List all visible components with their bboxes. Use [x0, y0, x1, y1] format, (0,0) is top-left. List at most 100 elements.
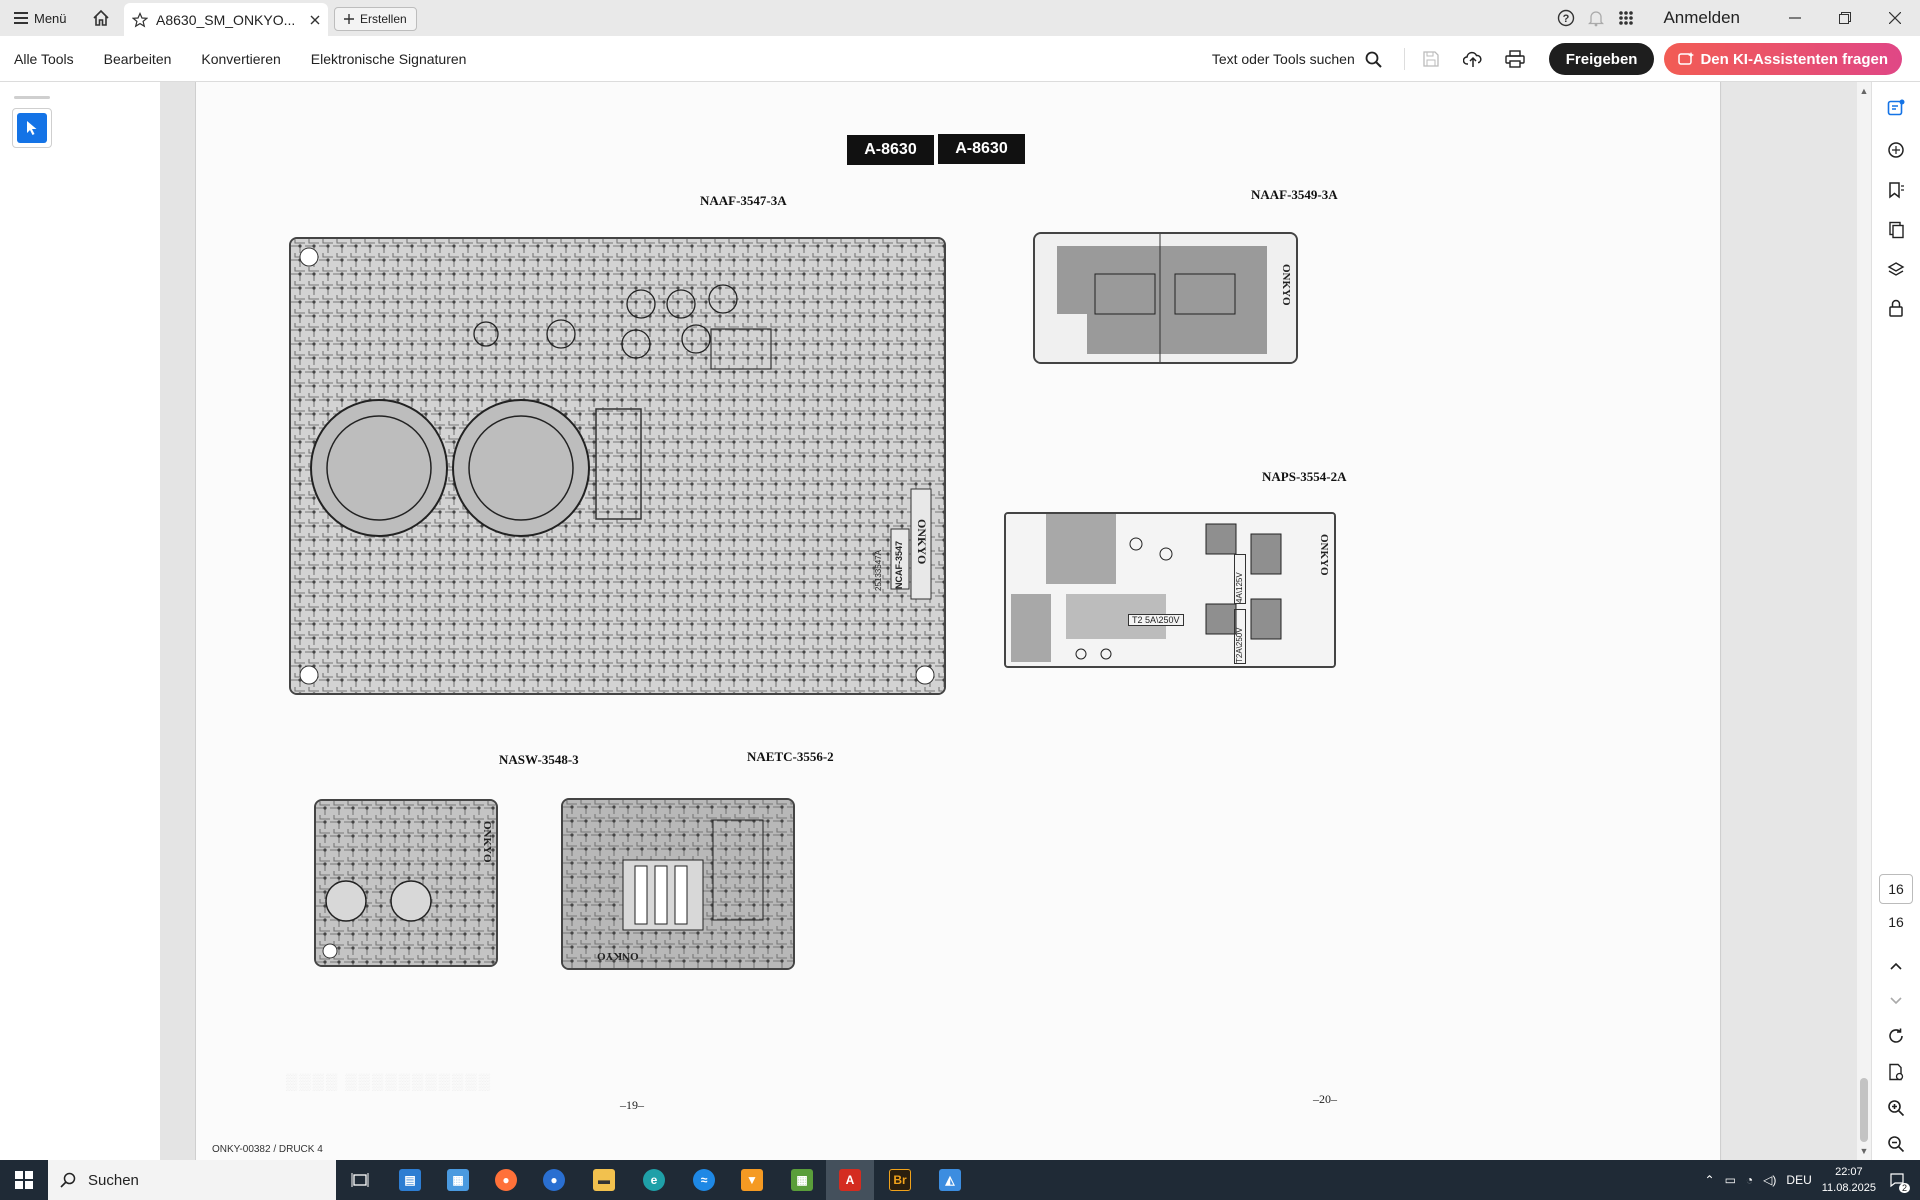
page-settings-button[interactable]	[1882, 1058, 1910, 1086]
lock-icon	[1889, 299, 1903, 317]
apps-grid-icon	[1619, 11, 1634, 25]
pcb-naaf-3547: NCAF-3547 25133547A ONKYO	[289, 237, 946, 695]
restore-button[interactable]	[1820, 0, 1870, 36]
fuse-label-t2a: T2A\250V	[1234, 609, 1246, 664]
rotate-button[interactable]	[1882, 1022, 1910, 1050]
taskbar-app-photos[interactable]: ◭	[926, 1160, 974, 1200]
current-page-input[interactable]: 16	[1879, 874, 1913, 904]
cloud-upload-icon	[1462, 51, 1482, 67]
taskbar-app-thunderbird[interactable]: ●	[530, 1160, 578, 1200]
layers-button[interactable]	[1882, 256, 1910, 284]
hamburger-icon	[14, 12, 28, 24]
clock-time: 22:07	[1835, 1166, 1863, 1178]
taskbar-app-calculator[interactable]: ▦	[434, 1160, 482, 1200]
zoom-out-button[interactable]	[1882, 1130, 1910, 1158]
title-bar: Menü A8630_SM_ONKYO... Erstellen ? Anmel…	[0, 0, 1920, 36]
bookmarks-button[interactable]	[1882, 176, 1910, 204]
bookmark-icon	[1889, 182, 1904, 199]
board-brand-naetc: ONKYO	[597, 950, 639, 962]
next-page-button[interactable]	[1882, 987, 1910, 1015]
clock[interactable]: 22:07 11.08.2025	[1822, 1164, 1876, 1196]
menu-convert[interactable]: Konvertieren	[201, 51, 280, 67]
comment-panel-button[interactable]	[1882, 94, 1910, 122]
network-icon[interactable]: ▭	[1725, 1173, 1736, 1187]
board-code-number: 25133547A	[874, 550, 883, 591]
taskbar-app-firefox[interactable]: ●	[482, 1160, 530, 1200]
scroll-down-icon[interactable]: ▼	[1857, 1144, 1871, 1158]
minimize-icon	[1789, 17, 1801, 19]
save-icon	[1423, 51, 1439, 67]
signin-button[interactable]: Anmelden	[1663, 8, 1740, 28]
taskbar-app-browser[interactable]: ≈	[680, 1160, 728, 1200]
menu-edit[interactable]: Bearbeiten	[104, 51, 172, 67]
board-title-naps-3554: NAPS-3554-2A	[1262, 469, 1347, 484]
close-tab-icon[interactable]	[310, 15, 320, 25]
home-button[interactable]	[88, 6, 114, 30]
zoom-in-button[interactable]	[1882, 1094, 1910, 1122]
system-tray: ⌃ ▭ ◔ ◁) DEU 22:07 11.08.2025 2	[1705, 1160, 1920, 1200]
star-icon[interactable]	[132, 11, 148, 28]
search-tools-button[interactable]: Text oder Tools suchen	[1212, 51, 1382, 68]
document-viewport[interactable]: ▒▒▒▒ ▒▒▒▒▒▒▒▒▒▒▒ A-8630 A-8630 NAAF-3547…	[160, 82, 1722, 1160]
document-tab[interactable]: A8630_SM_ONKYO...	[124, 3, 328, 36]
document-settings-icon	[1889, 1063, 1904, 1081]
comment-icon	[1888, 142, 1904, 158]
main-toolbar: Alle Tools Bearbeiten Konvertieren Elekt…	[0, 36, 1920, 82]
minimize-button[interactable]	[1770, 0, 1820, 36]
acrobat-icon: A	[839, 1169, 861, 1191]
footer-code: ONKY-00382 / DRUCK 4	[212, 1144, 323, 1155]
ai-assistant-label: Den KI-Assistenten fragen	[1700, 50, 1888, 68]
board-brand-naps: ONKYO	[1318, 534, 1330, 576]
board-title-nasw-3548: NASW-3548-3	[499, 752, 579, 767]
apps-button[interactable]	[1611, 0, 1641, 36]
taskbar-app-calendar[interactable]: ▦	[778, 1160, 826, 1200]
vertical-scrollbar[interactable]: ▲ ▼	[1857, 82, 1871, 1160]
taskbar-app-vivaldi[interactable]: ▼	[728, 1160, 776, 1200]
printer-icon	[1505, 50, 1525, 68]
ai-assistant-button[interactable]: Den KI-Assistenten fragen	[1664, 43, 1902, 75]
taskbar-app-explorer[interactable]: ▬	[580, 1160, 628, 1200]
taskbar-search[interactable]: Suchen	[48, 1160, 336, 1200]
scrollbar-thumb[interactable]	[1860, 1078, 1868, 1142]
previous-page-button[interactable]	[1882, 952, 1910, 980]
upload-button[interactable]	[1457, 43, 1489, 75]
volume-icon[interactable]: ◁)	[1763, 1173, 1776, 1187]
close-window-button[interactable]	[1870, 0, 1920, 36]
zoom-in-icon	[1888, 1100, 1905, 1117]
menu-all-tools[interactable]: Alle Tools	[14, 51, 74, 67]
notification-center-button[interactable]: 2	[1886, 1169, 1910, 1193]
tool-panel-handle	[14, 96, 50, 99]
taskbar-app-acrobat[interactable]: A	[826, 1160, 874, 1200]
board-brand-nasw: ONKYO	[481, 821, 493, 863]
save-button[interactable]	[1415, 43, 1447, 75]
language-indicator[interactable]: DEU	[1786, 1173, 1811, 1187]
tray-overflow-icon[interactable]: ⌃	[1705, 1173, 1715, 1187]
taskbar-search-label: Suchen	[88, 1171, 139, 1189]
toolbar-separator	[1403, 48, 1405, 70]
comments-button[interactable]	[1882, 136, 1910, 164]
select-tool-button[interactable]	[12, 108, 52, 148]
share-button[interactable]: Freigeben	[1548, 43, 1655, 75]
taskbar-app-edge[interactable]: e	[630, 1160, 678, 1200]
pages-icon	[1889, 221, 1904, 239]
notifications-button[interactable]	[1581, 0, 1611, 36]
wifi-icon[interactable]: ◔	[1746, 1173, 1753, 1187]
windows-taskbar: Suchen ▤ ▦ ● ● ▬ e ≈ ▼ ▦ A Br ◭ ⌃ ▭ ◔ ◁)…	[0, 1160, 1920, 1200]
pcb-naaf-3547-artwork	[291, 239, 944, 693]
firefox-icon: ●	[495, 1169, 517, 1191]
bell-icon	[1588, 11, 1605, 27]
taskbar-app-bridge[interactable]: Br	[876, 1160, 924, 1200]
windows-logo-icon	[15, 1171, 33, 1189]
pages-button[interactable]	[1882, 216, 1910, 244]
security-button[interactable]	[1882, 294, 1910, 322]
taskbar-app-notepad[interactable]: ▤	[386, 1160, 434, 1200]
help-button[interactable]: ?	[1551, 0, 1581, 36]
clock-date: 11.08.2025	[1821, 1182, 1876, 1194]
menu-e-signatures[interactable]: Elektronische Signaturen	[311, 51, 467, 67]
print-button[interactable]	[1499, 43, 1531, 75]
start-button[interactable]	[0, 1160, 48, 1200]
task-view-button[interactable]	[336, 1160, 384, 1200]
create-tab-button[interactable]: Erstellen	[334, 7, 417, 31]
menu-button[interactable]: Menü	[8, 6, 73, 30]
scroll-up-icon[interactable]: ▲	[1857, 84, 1871, 98]
